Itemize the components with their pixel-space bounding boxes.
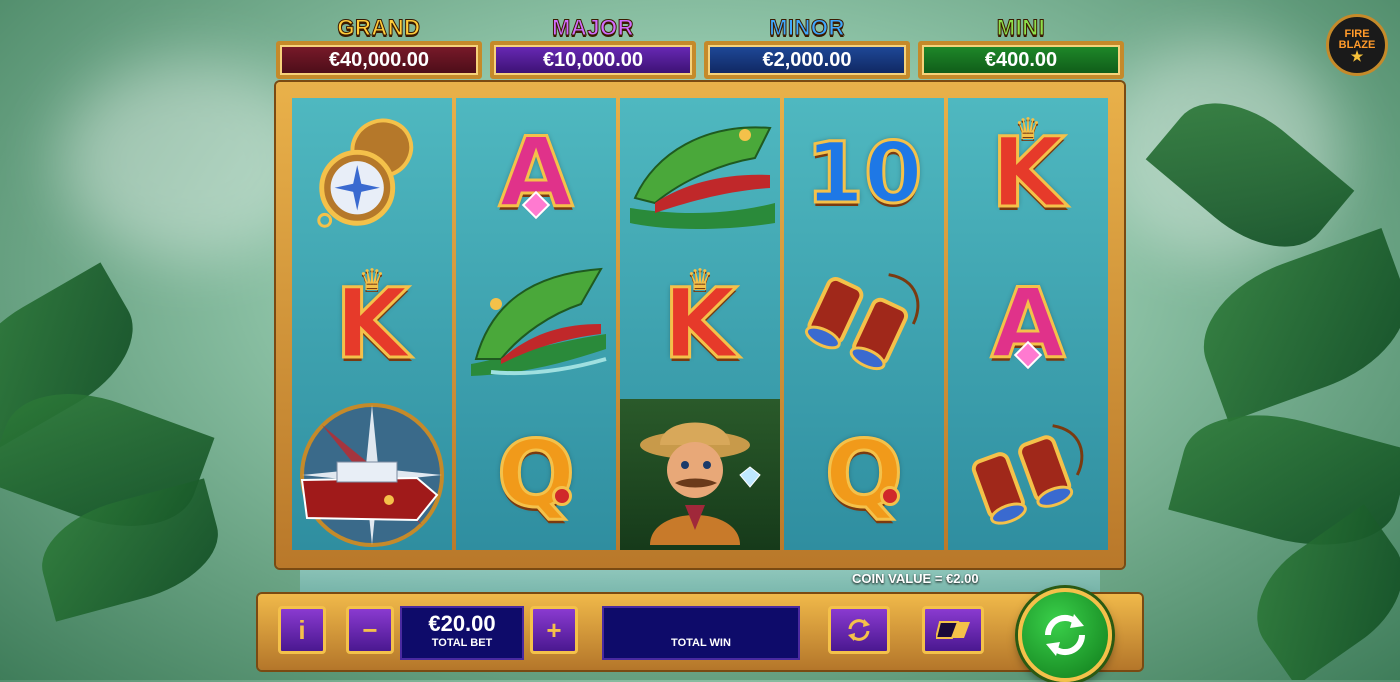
reels-frame: ♛ K A Q ♛ K 10 Q ♛ K A xyxy=(276,82,1124,568)
reel-4: 10 Q xyxy=(784,98,944,550)
binoculars-icon xyxy=(805,273,920,371)
crocodile-symbol xyxy=(456,249,616,400)
explorer-icon xyxy=(640,422,761,545)
total-bet-value: €20.00 xyxy=(428,611,496,636)
symbol-a: A xyxy=(948,249,1108,400)
jackpot-grand-value: €40,000.00 xyxy=(276,41,482,79)
binoculars-icon xyxy=(971,423,1084,525)
reel-3: ♛ K xyxy=(620,98,780,551)
symbol-q-letter: Q xyxy=(495,420,576,528)
jackpot-grand: GRAND €40,000.00 xyxy=(276,15,482,81)
spin-icon xyxy=(1044,614,1086,656)
jackpot-minor: MINOR €2,000.00 xyxy=(704,15,910,81)
boat-compass-icon xyxy=(300,402,444,547)
crocodile-icon xyxy=(471,267,607,376)
total-bet-panel: €20.00 TOTAL BET xyxy=(400,606,524,660)
jackpot-major-value: €10,000.00 xyxy=(490,41,696,79)
spin-button[interactable] xyxy=(1018,588,1112,682)
turbo-button[interactable] xyxy=(922,606,984,654)
ruby-icon xyxy=(880,486,900,507)
explorer-symbol xyxy=(620,399,780,551)
plus-icon: + xyxy=(546,614,562,645)
fire-blaze-logo: FIRE BLAZE ★ xyxy=(1326,14,1388,76)
autoplay-icon xyxy=(848,619,870,641)
symbol-k: ♛ K xyxy=(948,98,1108,249)
crown-icon: ♛ xyxy=(686,263,714,297)
jackpot-major-label: MAJOR xyxy=(552,15,634,41)
reel-2: A Q xyxy=(456,98,616,550)
compass-icon xyxy=(317,118,414,229)
symbol-q: Q xyxy=(456,399,616,550)
reel-1: ♛ K xyxy=(292,98,452,550)
crown-icon: ♛ xyxy=(358,263,386,297)
jackpot-minor-value: €2,000.00 xyxy=(704,41,910,79)
symbol-q: Q xyxy=(784,399,944,550)
jackpot-mini: MINI €400.00 xyxy=(918,15,1124,81)
boat-compass-symbol xyxy=(292,399,452,550)
jackpot-bar: GRAND €40,000.00 MAJOR €10,000.00 MINOR … xyxy=(276,15,1124,81)
symbol-k: ♛ K xyxy=(620,249,780,400)
ruby-icon xyxy=(552,486,572,507)
jackpot-mini-label: MINI xyxy=(996,15,1046,41)
coin-value: COIN VALUE = €2.00 xyxy=(852,571,979,586)
total-win-label: TOTAL WIN xyxy=(671,637,731,649)
symbol-q-letter: Q xyxy=(823,420,904,528)
jackpot-minor-label: MINOR xyxy=(769,15,845,41)
logo-line1: FIRE xyxy=(1344,27,1370,40)
symbol-a: A xyxy=(456,98,616,249)
total-win-panel: TOTAL WIN xyxy=(602,606,800,660)
jackpot-mini-value: €400.00 xyxy=(918,41,1124,79)
reels-grid: ♛ K A Q ♛ K 10 Q ♛ K A xyxy=(292,98,1108,551)
crocodile-icon xyxy=(630,126,775,230)
binoculars-symbol xyxy=(948,399,1108,550)
control-bar: i − €20.00 TOTAL BET + TOTAL WIN xyxy=(258,588,1142,682)
crocodile-symbol xyxy=(620,98,780,249)
minus-icon: − xyxy=(362,614,378,645)
total-bet-label: TOTAL BET xyxy=(431,637,493,649)
crown-icon: ♛ xyxy=(1014,113,1042,146)
symbol-k: ♛ K xyxy=(292,249,452,400)
turbo-icon xyxy=(936,621,970,639)
binoculars-symbol xyxy=(784,249,944,400)
symbol-10-letter: 10 xyxy=(804,124,924,223)
jackpot-major: MAJOR €10,000.00 xyxy=(490,15,696,81)
info-button[interactable]: i xyxy=(278,606,326,654)
star-icon: ★ xyxy=(1350,47,1364,64)
total-win-value xyxy=(604,611,798,637)
reel-5: ♛ K A xyxy=(948,98,1108,550)
jackpot-grand-label: GRAND xyxy=(337,15,421,41)
symbol-10: 10 xyxy=(784,98,944,249)
decrease-bet-button[interactable]: − xyxy=(346,606,394,654)
compass-symbol xyxy=(292,98,452,249)
increase-bet-button[interactable]: + xyxy=(530,606,578,654)
info-icon: i xyxy=(298,614,306,645)
autoplay-button[interactable] xyxy=(828,606,890,654)
